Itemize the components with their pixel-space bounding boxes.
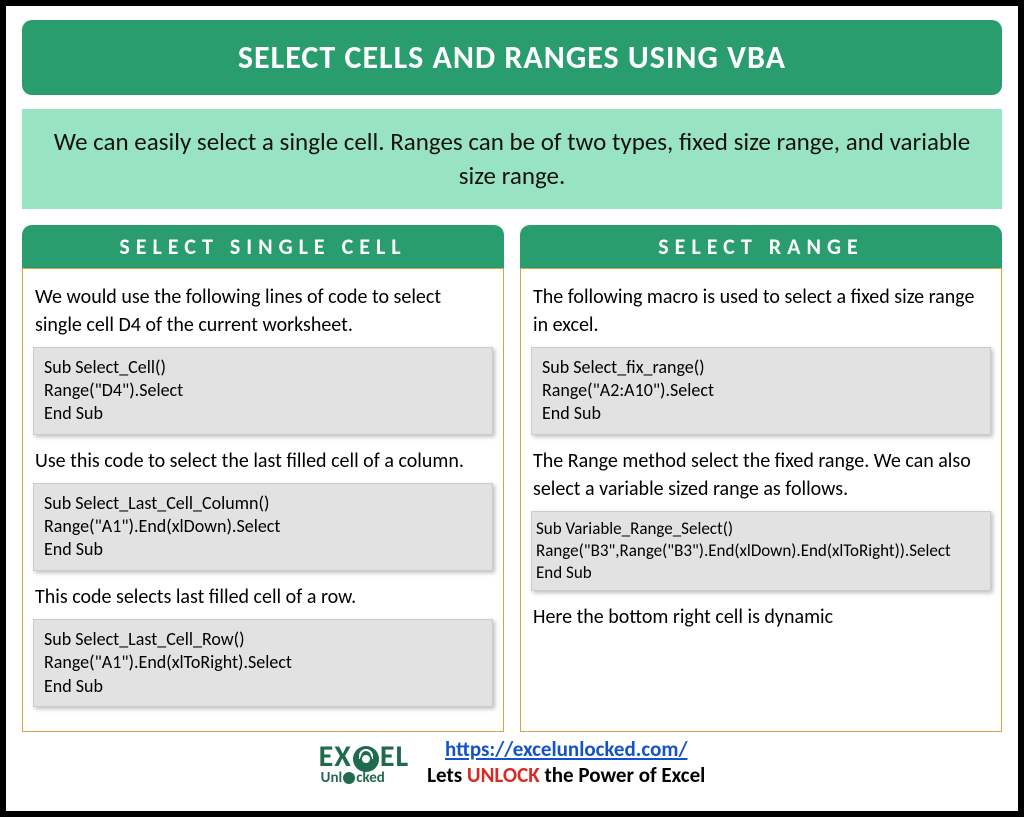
code-block: Sub Variable_Range_Select() Range("B3",R… — [531, 511, 991, 591]
paragraph-text: This code selects last filled cell of a … — [35, 583, 491, 611]
logo-subtext-part: Unl — [321, 769, 343, 787]
code-block: Sub Select_Last_Cell_Row() Range("A1").E… — [33, 619, 493, 707]
paragraph-text: We would use the following lines of code… — [35, 283, 491, 339]
right-column: SELECT RANGE The following macro is used… — [520, 225, 1002, 733]
code-block: Sub Select_Last_Cell_Column() Range("A1"… — [33, 483, 493, 571]
paragraph-text: The Range method select the fixed range.… — [533, 447, 989, 503]
subtitle-text: We can easily select a single cell. Rang… — [22, 109, 1002, 209]
code-block: Sub Select_fix_range() Range("A2:A10").S… — [531, 347, 991, 435]
paragraph-text: Use this code to select the last filled … — [35, 447, 491, 475]
paragraph-text: Here the bottom right cell is dynamic — [533, 603, 989, 631]
left-column-header: SELECT SINGLE CELL — [22, 225, 504, 268]
right-column-header: SELECT RANGE — [520, 225, 1002, 268]
page-title: SELECT CELLS AND RANGES USING VBA — [22, 20, 1002, 95]
lock-icon — [343, 772, 355, 784]
tagline-text: Lets UNLOCK the Power of Excel — [427, 762, 705, 788]
website-link[interactable]: https://excelunlocked.com/ — [445, 736, 687, 762]
paragraph-text: The following macro is used to select a … — [533, 283, 989, 339]
footer-bar: EX EL Unl cked https://excelunlocked.com… — [22, 732, 1002, 789]
lock-icon — [353, 746, 379, 772]
logo-subtext-part: cked — [356, 769, 385, 787]
left-column: SELECT SINGLE CELL We would use the foll… — [22, 225, 504, 733]
code-block: Sub Select_Cell() Range("D4").Select End… — [33, 347, 493, 435]
excel-unlocked-logo: EX EL Unl cked — [319, 738, 410, 787]
